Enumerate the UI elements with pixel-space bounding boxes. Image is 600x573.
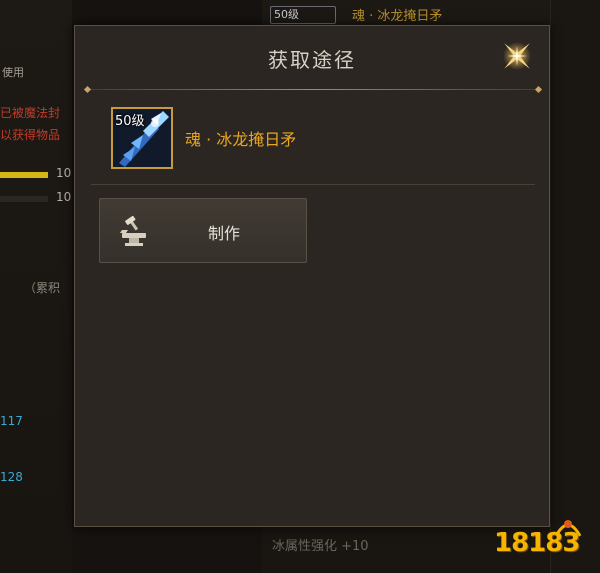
bg-bar <box>0 196 48 202</box>
background-left-panel: 使用 已被魔法封 以获得物品 10 10 （累积 117 128 <box>0 0 72 573</box>
bg-text: 10 <box>56 190 72 204</box>
bg-text: 已被魔法封 <box>0 106 61 120</box>
background-right-panel <box>550 0 600 573</box>
bg-text: 10 <box>56 166 72 180</box>
bg-text: （累积 <box>24 281 61 295</box>
bg-item-name: 魂 · 冰龙掩日矛 <box>352 9 443 24</box>
bg-text: 使用 <box>2 66 24 79</box>
bg-item-level: 50级 <box>270 6 336 24</box>
acquisition-dialog: 获取途径 50级 魂 · 冰龙掩日矛 制作 <box>74 25 550 527</box>
title-divider <box>87 89 539 90</box>
bg-text: 117 <box>0 414 23 428</box>
craft-source-button[interactable]: 制作 <box>99 198 307 263</box>
close-star-icon[interactable] <box>495 34 539 78</box>
dialog-title: 获取途径 <box>268 48 356 72</box>
ice-spear-icon[interactable]: 50级 <box>111 107 173 169</box>
background-item-header: 50级 魂 · 冰龙掩日矛 <box>262 0 550 27</box>
bg-stat-text: 冰属性强化 +10 <box>272 539 369 554</box>
watermark-text: 18183 <box>494 528 580 558</box>
craft-source-label: 制作 <box>207 224 240 243</box>
item-divider <box>91 184 535 185</box>
watermark-logo: 18183 <box>494 520 590 564</box>
item-level-badge: 50级 <box>115 114 145 129</box>
item-name: 魂 · 冰龙掩日矛 <box>185 130 297 149</box>
bg-text: 128 <box>0 470 23 484</box>
bg-text: 以获得物品 <box>0 128 61 142</box>
bg-bar <box>0 172 48 178</box>
